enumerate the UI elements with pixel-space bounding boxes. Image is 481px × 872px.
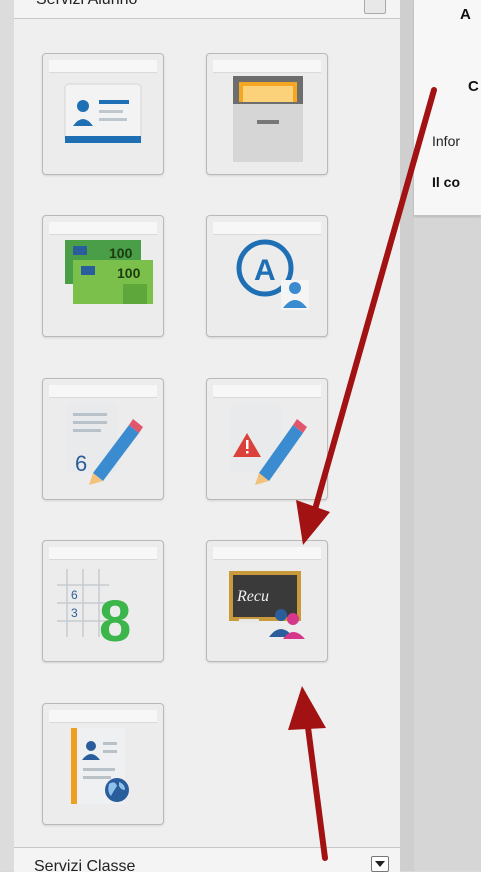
annotation-arrow-up — [303, 709, 328, 861]
arrowhead-up — [288, 686, 326, 730]
annotation-arrows — [288, 87, 437, 861]
annotation-arrow-down — [309, 87, 437, 523]
arrowhead-down — [296, 500, 330, 545]
